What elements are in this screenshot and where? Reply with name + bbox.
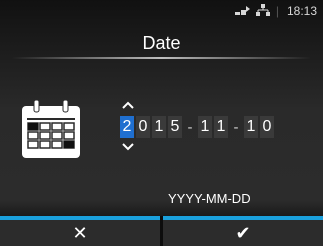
status-separator: | [275,4,279,18]
lan-icon [255,3,270,19]
status-bar: | 18:13 [0,0,323,22]
decrement-arrow-icon[interactable] [122,142,134,152]
date-input[interactable]: 2 0 1 5 - 1 1 - 1 0 [120,116,276,138]
checkmark-icon: ✔ [235,222,251,243]
year-digit-4[interactable]: 5 [168,116,182,138]
day-digit-1[interactable]: 1 [244,116,258,138]
network-icon [234,4,251,19]
date-separator: - [233,118,239,136]
day-digit-2[interactable]: 0 [260,116,274,138]
year-digit-3[interactable]: 1 [152,116,166,138]
year-digit-2[interactable]: 0 [136,116,150,138]
month-digit-1[interactable]: 1 [198,116,212,138]
date-format-label: YYYY-MM-DD [168,191,251,206]
increment-arrow-icon[interactable] [122,100,134,110]
clock-time: 18:13 [286,4,317,18]
date-separator: - [187,118,193,136]
page-title: Date [142,33,181,53]
close-icon: ✕ [72,222,88,243]
confirm-button[interactable]: ✔ [163,220,323,246]
cancel-button[interactable]: ✕ [0,220,160,246]
calendar-icon [20,98,82,160]
title-underline [12,57,311,59]
date-settings-screen: | 18:13 Date 2 0 1 5 - 1 1 - 1 0 YYYY-MM… [0,0,323,246]
year-digit-1[interactable]: 2 [120,116,134,138]
month-digit-2[interactable]: 1 [214,116,228,138]
